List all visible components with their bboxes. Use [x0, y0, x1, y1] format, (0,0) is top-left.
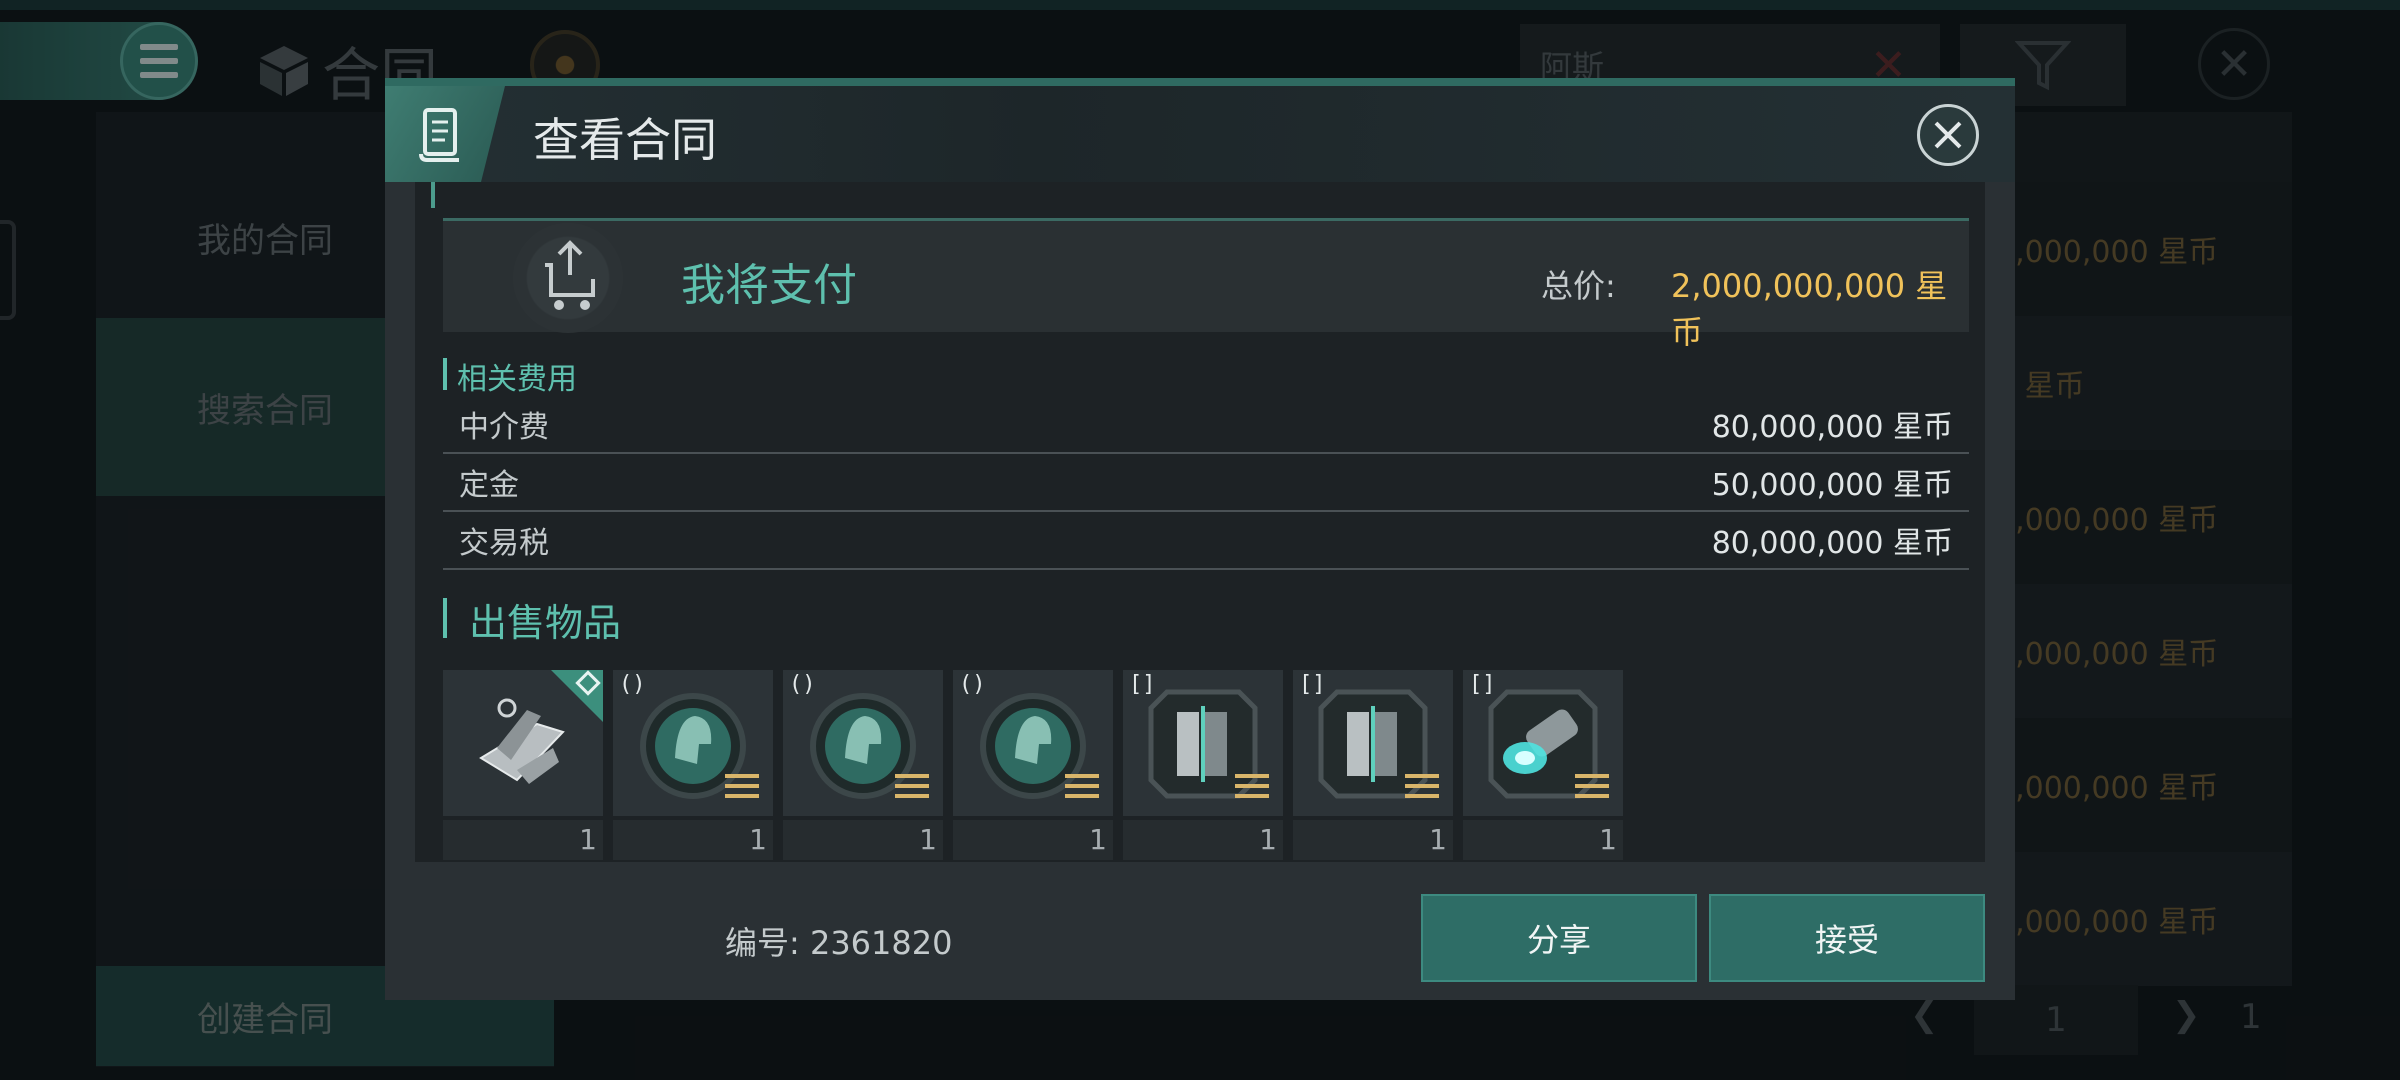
dialog-body[interactable]: 我将支付 总价: 2,000,000,000 星币 相关费用 中介费 80,00…	[415, 182, 1985, 862]
item-slot[interactable]: 1	[443, 670, 603, 860]
tech-level-icon	[1575, 768, 1609, 798]
tech-level-icon	[1065, 768, 1099, 798]
item-slot[interactable]: () 1	[953, 670, 1113, 860]
payment-summary: 我将支付 总价: 2,000,000,000 星币	[443, 218, 1969, 351]
fee-value: 50,000,000 星币	[1711, 468, 1953, 503]
item-quantity: 1	[1463, 820, 1623, 860]
payment-icon-ring	[513, 223, 623, 333]
item-card: []	[1123, 670, 1283, 816]
tech-level-icon	[895, 768, 929, 798]
tech-level-icon	[725, 768, 759, 798]
fee-row-broker: 中介费 80,000,000 星币	[443, 396, 1969, 454]
item-slot[interactable]: [] 1	[1293, 670, 1453, 860]
spaceship-icon	[479, 698, 565, 784]
scroll-icon	[419, 108, 459, 162]
fee-row-tax: 交易税 80,000,000 星币	[443, 512, 1969, 570]
item-slot[interactable]: () 1	[783, 670, 943, 860]
dialog-header: 查看合同	[385, 86, 2015, 182]
share-button[interactable]: 分享	[1421, 894, 1697, 982]
item-card: []	[1463, 670, 1623, 816]
item-card: ()	[953, 670, 1113, 816]
item-slot[interactable]: () 1	[613, 670, 773, 860]
fee-value: 80,000,000 星币	[1711, 410, 1953, 445]
fees-section-title: 相关费用	[443, 354, 577, 398]
fee-name: 定金	[459, 468, 519, 503]
item-slot[interactable]: [] 1	[1463, 670, 1623, 860]
fee-name: 交易税	[459, 526, 549, 561]
item-quantity: 1	[443, 820, 603, 860]
fee-row-deposit: 定金 50,000,000 星币	[443, 454, 1969, 512]
dialog-header-tab	[385, 86, 505, 182]
items-section-title: 出售物品	[443, 592, 621, 647]
item-card: ()	[783, 670, 943, 816]
item-quantity: 1	[613, 820, 773, 860]
view-contract-dialog: 查看合同 我将支付 总价: 2,000,000,000 星币 相关费用 中介费 …	[385, 78, 2015, 1000]
item-slot[interactable]: [] 1	[1123, 670, 1283, 860]
dialog-title: 查看合同	[533, 113, 717, 167]
tech-level-icon	[1235, 768, 1269, 798]
total-price-value: 2,000,000,000 星币	[1671, 267, 1948, 351]
dialog-close-button[interactable]	[1917, 104, 1979, 166]
item-quantity: 1	[783, 820, 943, 860]
item-quantity: 1	[1123, 820, 1283, 860]
item-quantity: 1	[953, 820, 1113, 860]
payment-direction-label: 我将支付	[681, 260, 857, 311]
close-icon	[1934, 121, 1962, 149]
fee-name: 中介费	[459, 410, 549, 445]
total-price-label: 总价:	[1541, 267, 1616, 305]
fee-value: 80,000,000 星币	[1711, 526, 1953, 561]
item-quantity: 1	[1293, 820, 1453, 860]
item-card: ()	[613, 670, 773, 816]
item-card	[443, 670, 603, 816]
tech-level-icon	[1405, 768, 1439, 798]
contract-id: 编号: 2361820	[725, 924, 953, 962]
accept-button[interactable]: 接受	[1709, 894, 1985, 982]
item-card: []	[1293, 670, 1453, 816]
cart-upload-icon	[545, 240, 595, 310]
